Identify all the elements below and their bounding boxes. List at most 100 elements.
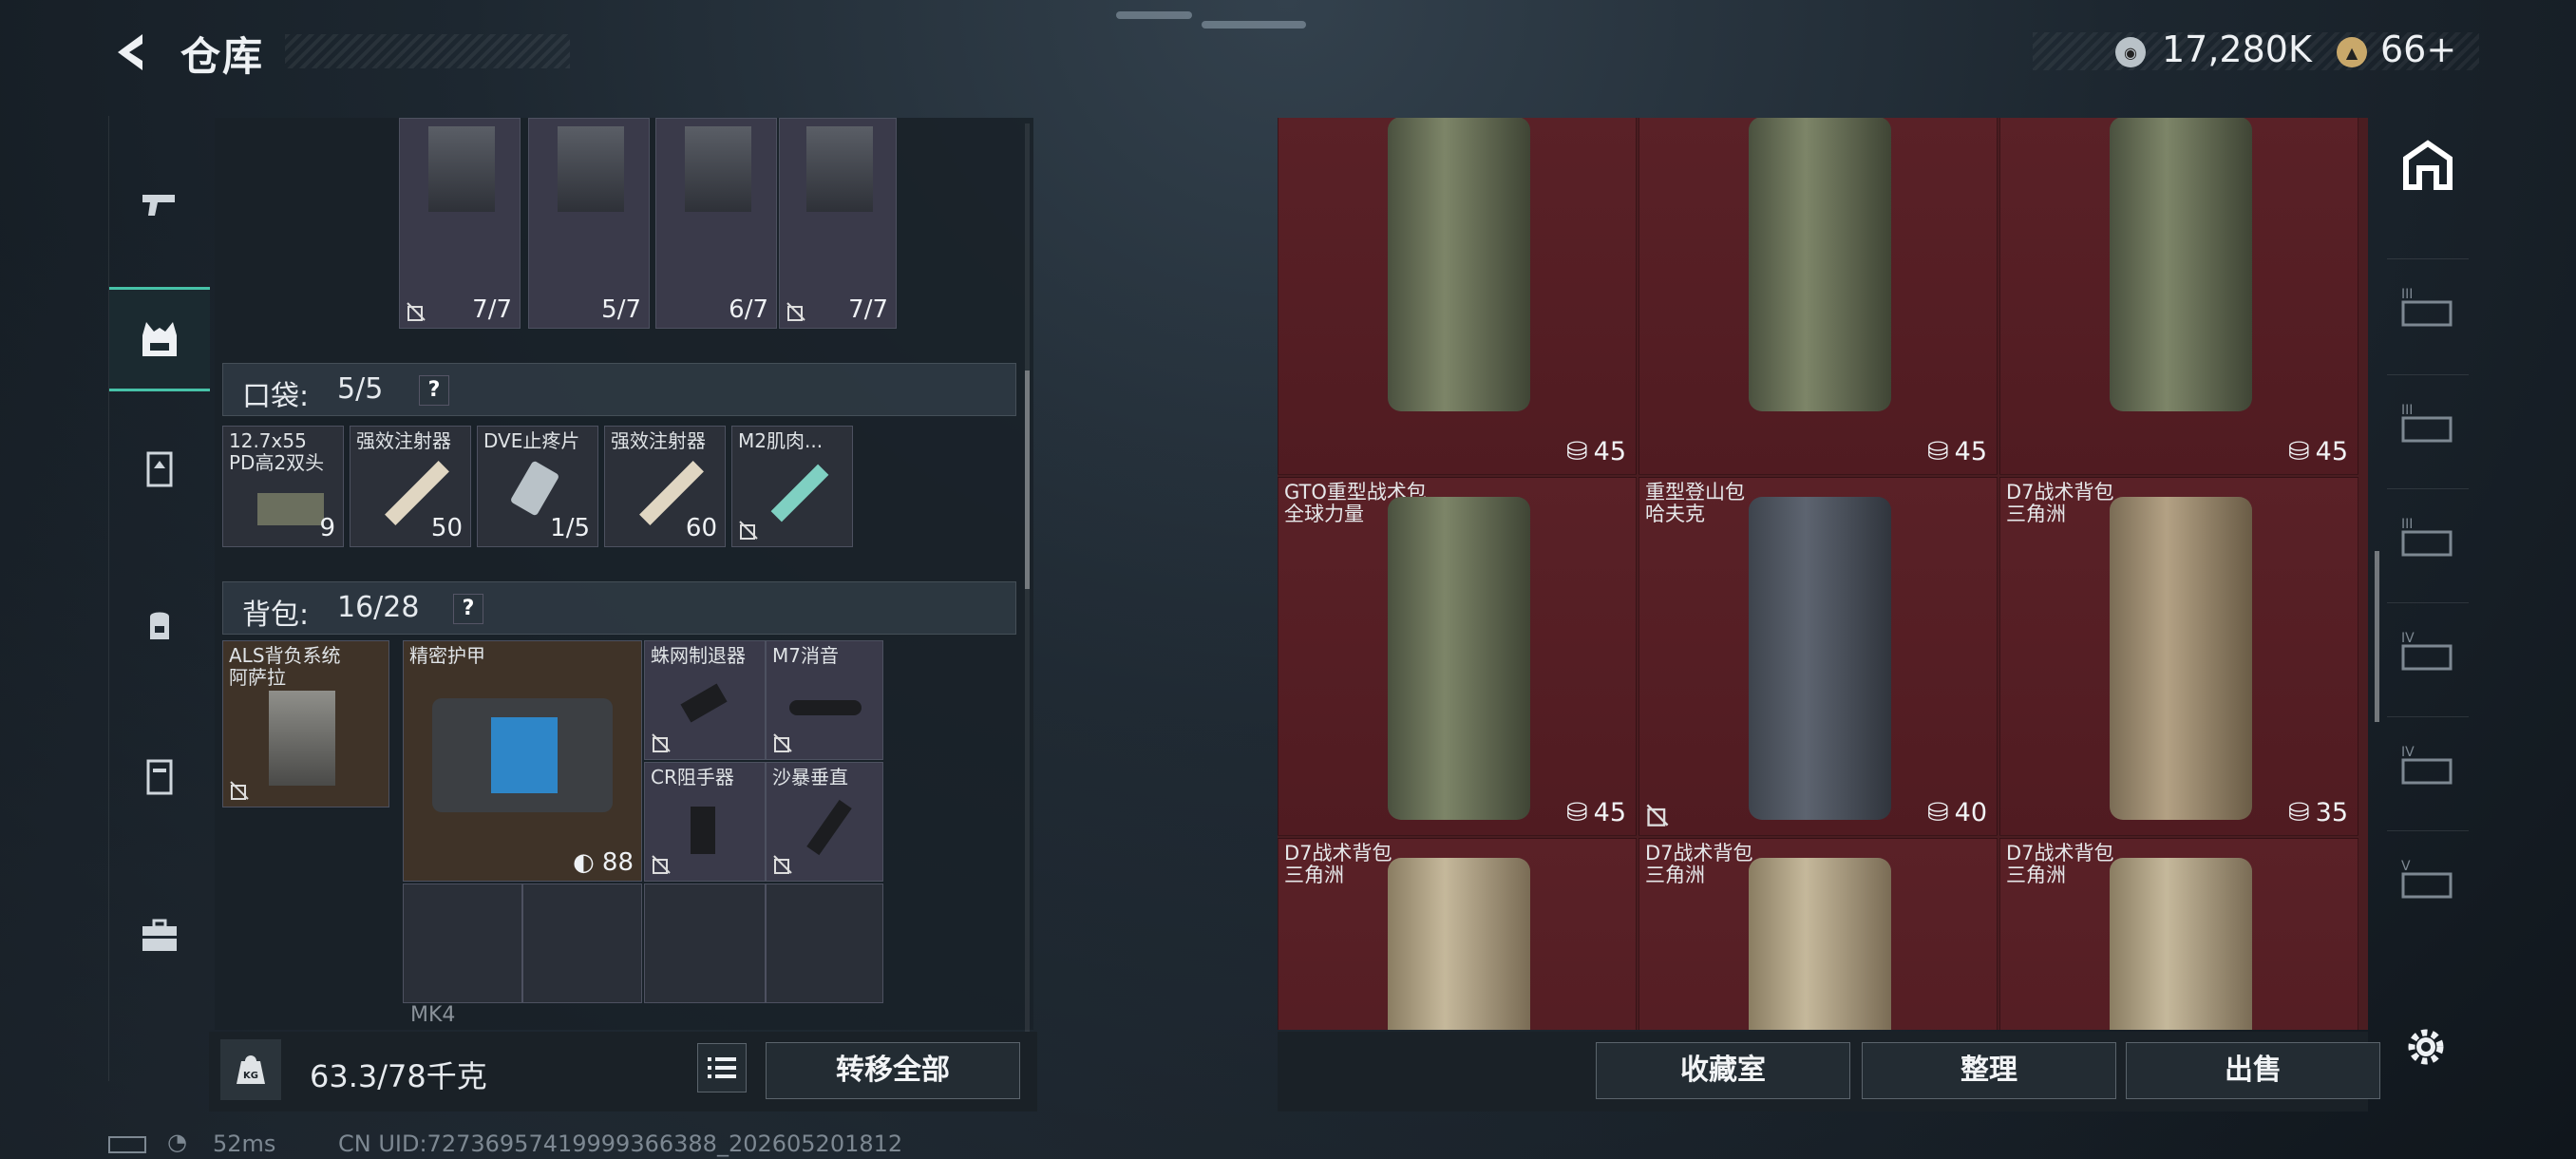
stash-item[interactable]: ⛁ 45: [1638, 118, 1998, 475]
pocket-slot[interactable]: 强效注射器 60: [604, 426, 726, 547]
pockets-count: 5/5: [337, 372, 384, 406]
unbound-icon: [230, 781, 249, 800]
pocket-slot[interactable]: 12.7x55 PD高2双头 9: [222, 426, 344, 547]
transfer-all-button[interactable]: 转移全部: [766, 1042, 1020, 1099]
item-weight: ⛁ 45: [1566, 798, 1626, 827]
backpack-slot[interactable]: ALS背负系统 阿萨拉: [222, 640, 389, 808]
header-stripe: [285, 34, 570, 68]
pockets-header: 口袋: 5/5 ?: [222, 363, 1016, 416]
ammo-slot[interactable]: 7/7: [779, 118, 897, 329]
stash-item[interactable]: GTO重型战术包 全球力量 ⛁ 45: [1278, 477, 1637, 836]
unbound-icon: [407, 302, 426, 321]
svg-text:III: III: [2401, 517, 2413, 532]
backpack-slot[interactable]: 蛛网制退器: [644, 640, 766, 760]
stash-item[interactable]: D7战术背包 三角洲: [1638, 838, 1998, 1030]
unbound-icon: [1646, 804, 1669, 826]
stash-grid: ⛁ 45 ⛁ 45 ⛁ 45 GTO重型战术包 全球力量 ⛁ 45 重型登山包 哈夫克 …: [1278, 118, 2368, 1030]
empty-slot[interactable]: [644, 884, 766, 1003]
grip-image: [806, 799, 852, 856]
svg-text:KG: KG: [243, 1071, 258, 1081]
tab-tier-III-b[interactable]: III: [2387, 374, 2469, 469]
pocket-slot[interactable]: 强效注射器 50: [350, 426, 471, 547]
tab-tier-IV-b[interactable]: IV: [2387, 716, 2469, 811]
weight-icon: ⛁: [1927, 437, 1949, 466]
backpack-slot[interactable]: 沙暴垂直: [766, 762, 883, 882]
rail-case[interactable]: [109, 884, 210, 988]
backpack-slot[interactable]: M7消音: [766, 640, 883, 760]
stash-item[interactable]: ⛁ 45: [1999, 118, 2358, 475]
rail-armor[interactable]: [109, 416, 210, 521]
rail-vest[interactable]: [109, 287, 210, 391]
unbound-icon: [773, 733, 792, 752]
weight-icon: ⛁: [2288, 437, 2310, 466]
backpack-slot[interactable]: 精密护甲 ◐ 88: [403, 640, 642, 882]
pockets-label: 口袋:: [242, 380, 310, 413]
backpack-slot[interactable]: CR阻手器: [644, 762, 766, 882]
ammo-image: [428, 126, 495, 212]
svg-text:III: III: [2401, 287, 2413, 302]
weight-icon: ⛁: [1927, 798, 1949, 827]
tab-tier-III-a[interactable]: III: [2387, 258, 2469, 353]
rail-weapon[interactable]: [109, 152, 210, 256]
sell-button[interactable]: 出售: [2126, 1042, 2380, 1099]
organize-button[interactable]: 整理: [1862, 1042, 2116, 1099]
tab-tier-V[interactable]: V: [2387, 830, 2469, 925]
armor-icon: [146, 451, 173, 487]
weight-icon: ⛁: [1566, 437, 1588, 466]
stash-item[interactable]: ⛁ 45: [1278, 118, 1637, 475]
ammo-count: 5/7: [601, 295, 641, 324]
backpack-image: [269, 691, 335, 786]
empty-slot[interactable]: [403, 884, 522, 1003]
item-name: 沙暴垂直: [772, 766, 848, 788]
rail-container[interactable]: [109, 724, 210, 828]
item-name: 12.7x55 PD高2双头: [229, 429, 325, 474]
list-view-button[interactable]: [697, 1043, 747, 1092]
weight-icon: ⛁: [1566, 798, 1588, 827]
tab-tier-IV-a[interactable]: IV: [2387, 602, 2469, 697]
ammo-box-image: [257, 493, 324, 525]
tab-stash-home[interactable]: [2387, 118, 2469, 213]
weight-icon: ⛁: [2288, 798, 2310, 827]
ammo-count: 7/7: [472, 295, 512, 324]
help-button[interactable]: ?: [453, 594, 483, 624]
tier-iv-icon: IV: [2401, 745, 2453, 784]
stash-item[interactable]: D7战术背包 三角洲 ⛁ 35: [1999, 477, 2358, 836]
item-name: 强效注射器: [356, 429, 451, 452]
stash-item[interactable]: D7战术背包 三角洲: [1278, 838, 1637, 1030]
item-name: ALS背负系统 阿萨拉: [229, 644, 341, 689]
ammo-count: 6/7: [729, 295, 768, 324]
item-weight: ⛁ 45: [2288, 437, 2348, 466]
item-name: CR阻手器: [651, 766, 734, 788]
stash-item[interactable]: 重型登山包 哈夫克 ⛁ 40: [1638, 477, 1998, 836]
vest-icon: [142, 322, 177, 356]
pocket-slot[interactable]: M2肌肉...: [731, 426, 853, 547]
back-arrow-icon[interactable]: [106, 28, 154, 76]
unbound-icon: [773, 855, 792, 874]
list-icon: [708, 1057, 736, 1078]
settings-gear-icon[interactable]: [2403, 1024, 2449, 1070]
ammo-slot[interactable]: 5/7: [528, 118, 650, 329]
ammo-slot[interactable]: 6/7: [655, 118, 777, 329]
rail-backpack[interactable]: [109, 572, 210, 676]
pocket-slot[interactable]: DVE止疼片 1/5: [477, 426, 598, 547]
left-scrollbar-thumb[interactable]: [1025, 370, 1030, 589]
empty-slot[interactable]: [522, 884, 642, 1003]
container-icon: [146, 759, 173, 795]
empty-slot[interactable]: [766, 884, 883, 1003]
ammo-slot[interactable]: 7/7: [399, 118, 521, 329]
coin-balance: 17,280K: [2162, 28, 2312, 70]
item-image: [1749, 858, 1891, 1030]
tier-iii-icon: III: [2401, 287, 2453, 326]
item-image: [1388, 858, 1530, 1030]
pill-bottle-image: [509, 460, 560, 517]
help-button[interactable]: ?: [419, 375, 449, 406]
collection-room-button[interactable]: 收藏室: [1596, 1042, 1850, 1099]
grip-image: [691, 807, 715, 854]
stash-item[interactable]: D7战术背包 三角洲: [1999, 838, 2358, 1030]
briefcase-icon: [142, 919, 177, 951]
item-name: D7战术背包 三角洲: [1645, 842, 1753, 886]
tab-tier-III-c[interactable]: III: [2387, 488, 2469, 583]
uid-text: CN UID:72736957419999366388_202605201812: [338, 1130, 903, 1157]
unbound-icon: [652, 733, 671, 752]
item-weight: ⛁ 45: [1566, 437, 1626, 466]
